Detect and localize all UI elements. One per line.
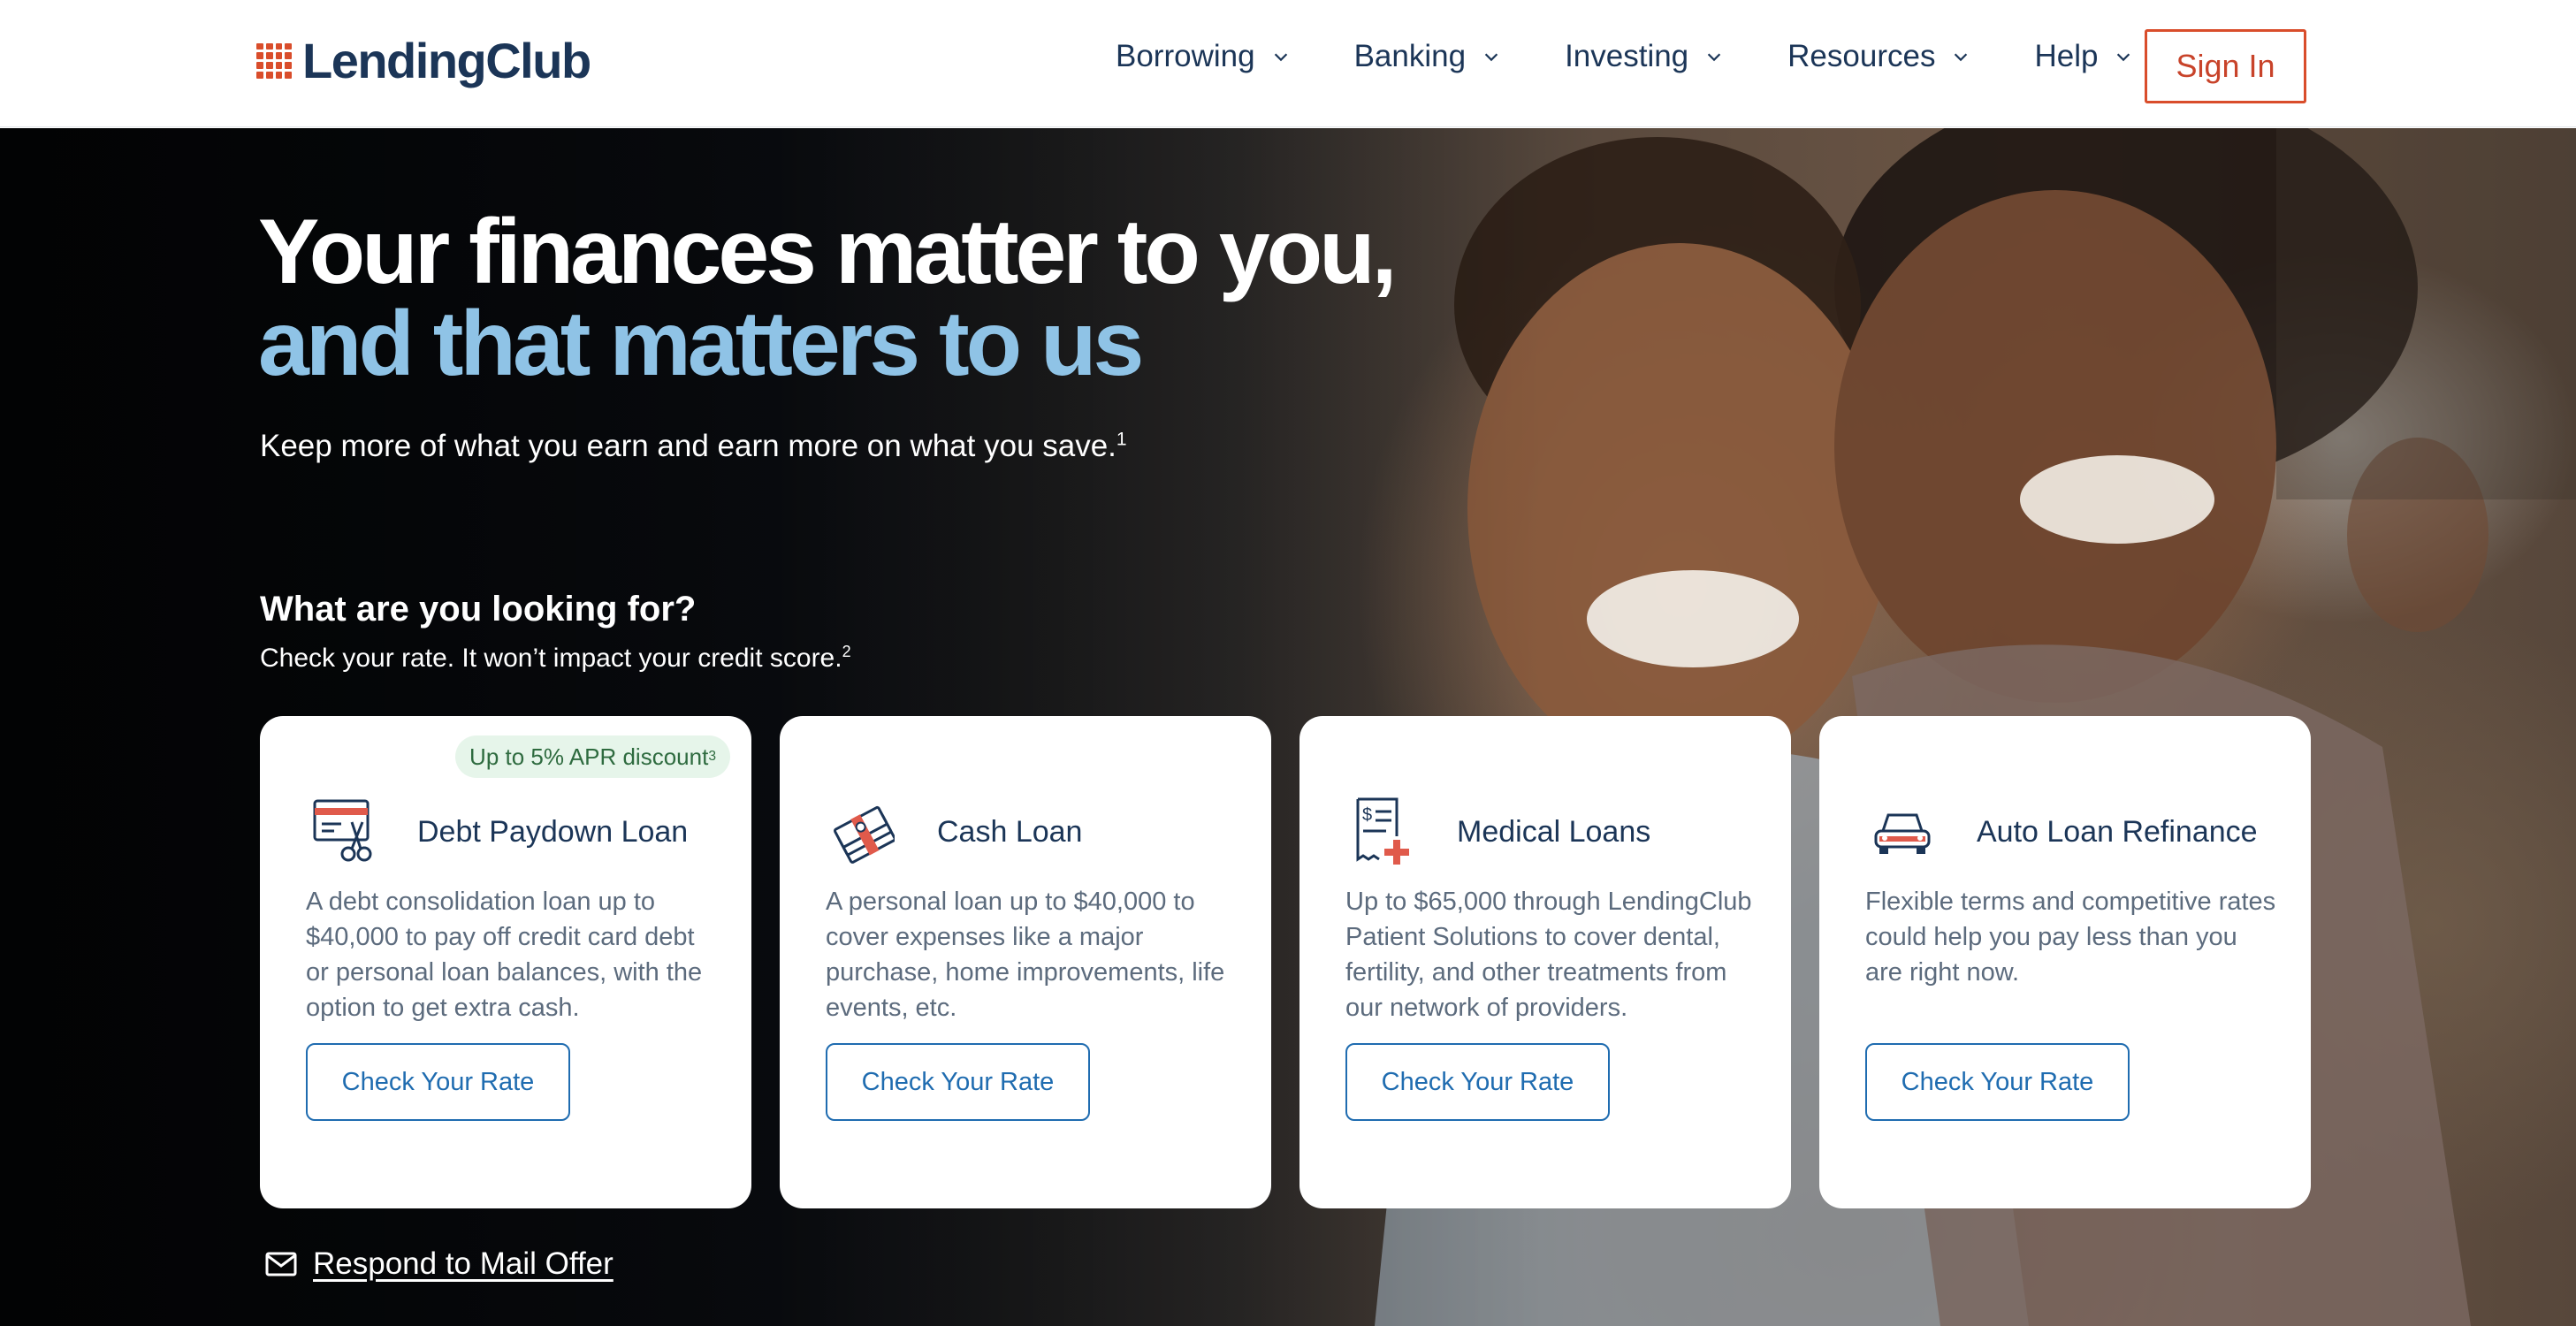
product-card-medical-loans: $ Medical Loans Up to $65,000 through Le… [1299, 716, 1791, 1208]
lendingclub-logo[interactable]: LendingClub [256, 32, 591, 89]
card-description: Flexible terms and competitive rates cou… [1865, 888, 2276, 987]
looking-for-title: What are you looking for? [260, 590, 697, 629]
check-rate-button[interactable]: Check Your Rate [1865, 1043, 2130, 1121]
nav-label: Resources [1787, 39, 1936, 73]
nav-label: Help [2034, 39, 2099, 73]
chevron-down-icon [1707, 53, 1721, 62]
hero-subtext-body: Keep more of what you earn and earn more… [260, 429, 1117, 463]
apr-discount-badge: Up to 5% APR discount 3 [455, 735, 730, 778]
logo-text: LendingClub [302, 33, 591, 88]
card-title: Auto Loan Refinance [1977, 815, 2258, 849]
svg-text:$: $ [1362, 805, 1372, 825]
card-description: A personal loan up to $40,000 to cover e… [826, 888, 1225, 1022]
site-header: LendingClub Borrowing Banking Investing … [0, 0, 2576, 127]
card-title: Cash Loan [937, 815, 1083, 849]
card-description: A debt consolidation loan up to $40,000 … [306, 888, 703, 1022]
main-nav: Borrowing Banking Investing Resources He… [1116, 39, 2133, 74]
card-title: Debt Paydown Loan [417, 815, 689, 849]
medical-bill-icon: $ [1356, 797, 1409, 865]
check-rate-button[interactable]: Check Your Rate [826, 1043, 1090, 1121]
nav-investing[interactable]: Investing [1565, 39, 1724, 74]
product-card-debt-paydown: Up to 5% APR discount 3 Debt Paydown Loan… [260, 716, 751, 1208]
hero-headline: Your finances matter to you, and that ma… [258, 201, 1398, 395]
chevron-down-icon [2117, 53, 2130, 62]
footnote-marker[interactable]: 1 [1117, 429, 1127, 449]
chevron-down-icon [1274, 53, 1287, 62]
car-icon [1874, 813, 1931, 854]
nav-borrowing[interactable]: Borrowing [1116, 39, 1291, 74]
product-card-cash-loan: Cash Loan A personal loan up to $40,000 … [780, 716, 1271, 1208]
badge-label: Up to 5% APR discount [469, 743, 709, 770]
looking-for-subtext: Check your rate. It won’t impact your cr… [260, 644, 851, 674]
card-title: Medical Loans [1457, 815, 1651, 849]
nav-resources[interactable]: Resources [1787, 39, 1970, 74]
headline-line-2: and that matters to us [258, 293, 1144, 395]
hero-section: Your finances matter to you, and that ma… [0, 128, 2576, 1326]
mail-offer-label: Respond to Mail Offer [313, 1246, 614, 1281]
headline-line-1: Your finances matter to you, [258, 201, 1398, 303]
footnote-marker[interactable]: 2 [842, 643, 851, 660]
card-description: Up to $65,000 through LendingClub Patien… [1345, 888, 1752, 1022]
envelope-icon [265, 1252, 297, 1276]
nav-label: Borrowing [1116, 39, 1255, 73]
nav-label: Investing [1565, 39, 1689, 73]
nav-help[interactable]: Help [2034, 39, 2133, 74]
nav-banking[interactable]: Banking [1354, 39, 1501, 74]
nav-label: Banking [1353, 39, 1467, 73]
check-rate-button[interactable]: Check Your Rate [306, 1043, 570, 1121]
product-card-auto-refinance: Auto Loan Refinance Flexible terms and c… [1819, 716, 2311, 1208]
sign-in-button[interactable]: Sign In [2145, 29, 2306, 103]
cash-icon [833, 805, 895, 864]
logo-grid-icon [256, 42, 292, 79]
check-rate-button[interactable]: Check Your Rate [1345, 1043, 1610, 1121]
chevron-down-icon [1955, 53, 1968, 62]
looking-for-subtext-body: Check your rate. It won’t impact your cr… [260, 644, 842, 673]
hero-subtext: Keep more of what you earn and earn more… [260, 429, 1127, 464]
chevron-down-icon [1484, 53, 1498, 62]
respond-mail-offer-link[interactable]: Respond to Mail Offer [265, 1246, 614, 1282]
debt-paydown-icon [313, 799, 372, 862]
